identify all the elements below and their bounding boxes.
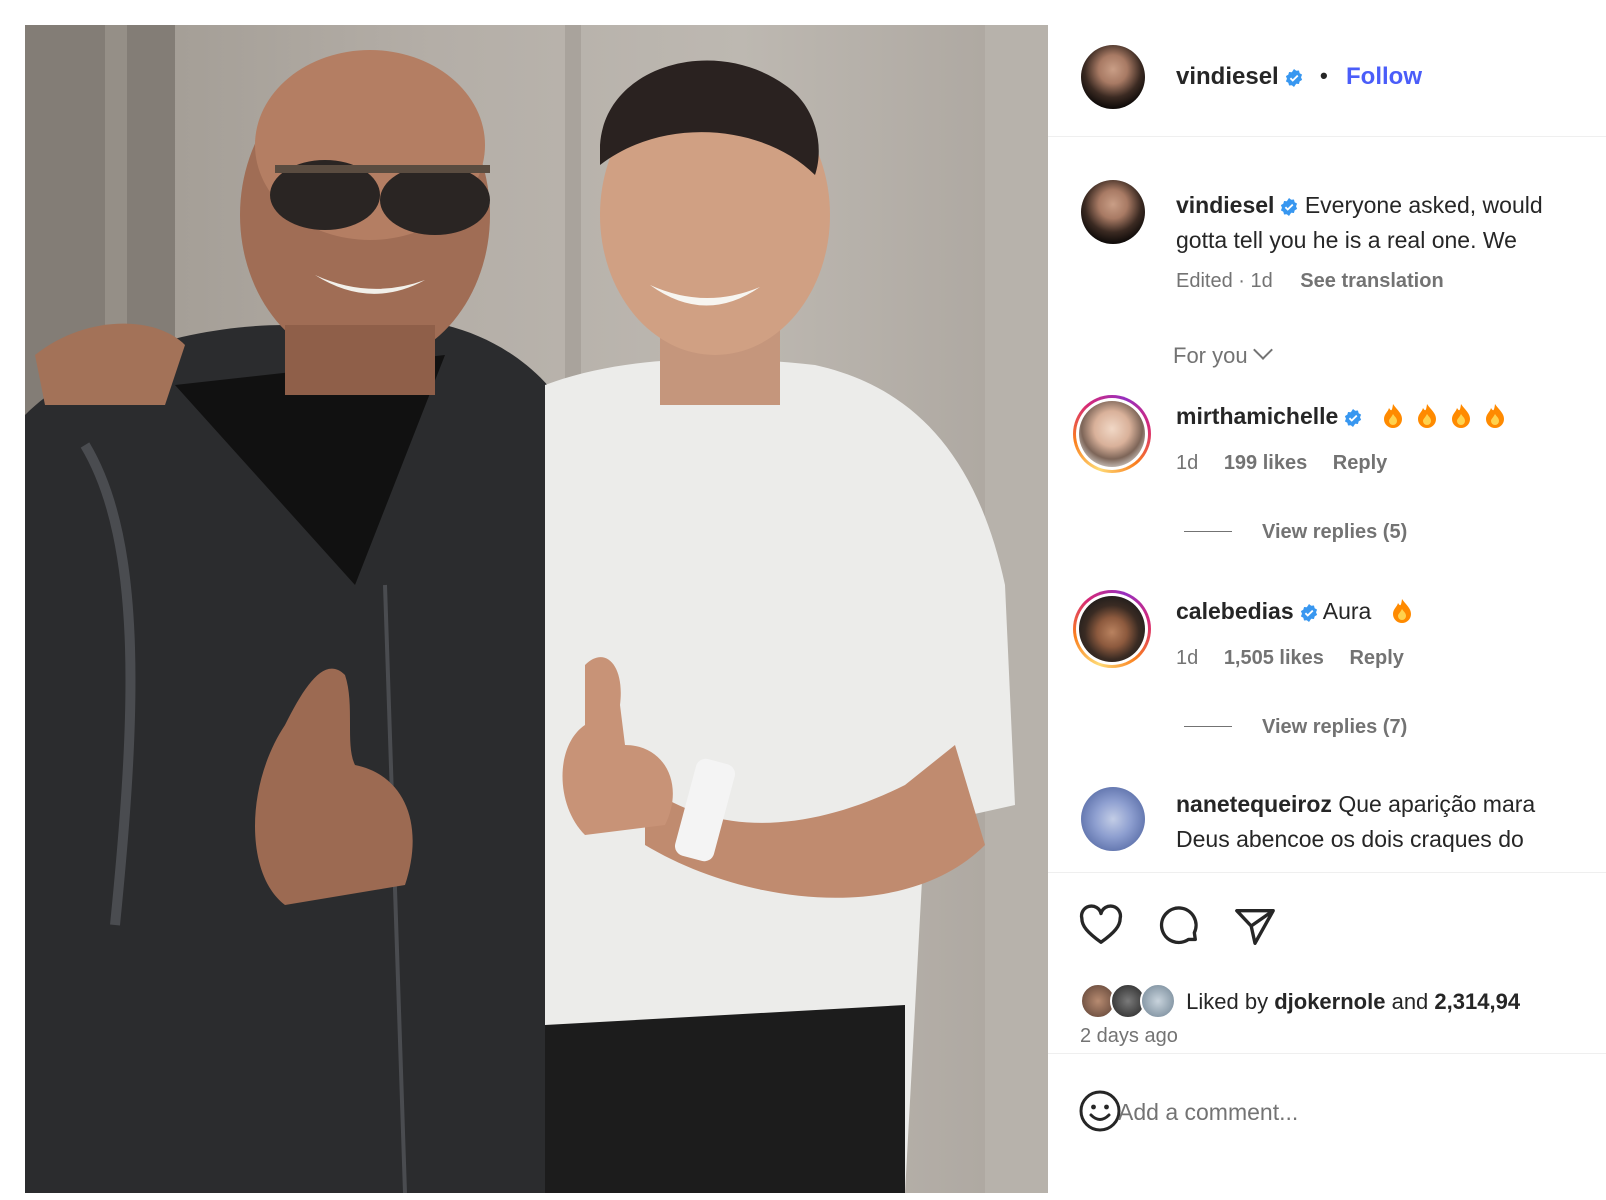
follow-button[interactable]: Follow <box>1346 63 1422 91</box>
comments-scroll-area[interactable]: vindiesel Everyone asked, would gotta te… <box>1048 137 1606 872</box>
comment-text: Aura <box>1322 598 1372 624</box>
comment-text: Que aparição mara <box>1338 791 1536 817</box>
emoji-icon[interactable] <box>1078 1089 1122 1133</box>
verified-badge-icon <box>1285 69 1302 87</box>
caption-text: vindiesel Everyone asked, would gotta te… <box>1176 188 1606 258</box>
caption-avatar[interactable] <box>1081 180 1145 244</box>
reply-button[interactable]: Reply <box>1333 452 1387 474</box>
verified-badge-icon <box>1281 198 1298 216</box>
comment-sort-dropdown[interactable]: For you <box>1173 340 1273 369</box>
comment-text-line-2: Deus abencoe os dois craques do <box>1176 826 1524 852</box>
post-side-panel: vindiesel • Follow vindiesel Everyone as… <box>1048 25 1606 1193</box>
replies-divider-line <box>1184 531 1232 532</box>
photo-illustration <box>25 25 1048 1193</box>
commenter-avatar[interactable] <box>1073 590 1151 668</box>
caption-username[interactable]: vindiesel <box>1176 192 1274 218</box>
caption-line-1: Everyone asked, would <box>1304 192 1543 218</box>
author-username[interactable]: vindiesel <box>1176 63 1303 91</box>
author-avatar[interactable] <box>1081 45 1145 109</box>
flame-icon <box>1417 404 1436 428</box>
comment-username[interactable]: mirthamichelle <box>1176 403 1338 429</box>
comment-likes[interactable]: 1,505 likes <box>1224 647 1324 669</box>
liked-by-prefix: Liked by <box>1186 989 1269 1014</box>
caption-meta: Edited · 1d See translation <box>1176 270 1444 293</box>
post-actions: Liked by djokernole and 2,314,94 2 days … <box>1048 872 1606 1082</box>
comment-likes[interactable]: 199 likes <box>1224 452 1307 474</box>
comment-username[interactable]: nanetequeiroz <box>1176 791 1332 817</box>
liker-avatar <box>1140 983 1176 1019</box>
author-username-text[interactable]: vindiesel <box>1176 63 1279 90</box>
replies-divider-line <box>1184 726 1232 727</box>
comment-body: mirthamichelle <box>1176 403 1505 430</box>
comment-time: 1d <box>1176 647 1199 669</box>
comment-sort-label: For you <box>1173 343 1248 368</box>
commenter-avatar[interactable] <box>1081 787 1145 851</box>
chevron-down-icon <box>1252 340 1273 360</box>
flame-icon <box>1451 404 1470 428</box>
flame-icon <box>1485 404 1504 428</box>
post-date[interactable]: 2 days ago <box>1080 1025 1178 1048</box>
comment-meta: 1d 199 likes Reply <box>1176 452 1407 475</box>
heart-icon[interactable] <box>1078 903 1124 949</box>
comment-input[interactable] <box>1118 1092 1588 1132</box>
comment-username[interactable]: calebedias <box>1176 598 1294 624</box>
post-photo[interactable] <box>25 25 1048 1193</box>
share-icon[interactable] <box>1232 903 1278 949</box>
comment-body: nanetequeiroz Que aparição mara Deus abe… <box>1176 787 1535 857</box>
view-replies-button[interactable]: View replies (7) <box>1184 716 1407 739</box>
separator-dot: • <box>1320 63 1328 88</box>
comment-time: 1d <box>1176 452 1199 474</box>
verified-badge-icon <box>1300 604 1317 622</box>
liked-by-avatars <box>1080 983 1180 1019</box>
comment-composer <box>1048 1053 1606 1193</box>
caption-edited-time: Edited · 1d <box>1176 270 1273 292</box>
view-replies-label: View replies (5) <box>1262 521 1408 543</box>
verified-badge-icon <box>1345 409 1362 427</box>
view-replies-button[interactable]: View replies (5) <box>1184 521 1407 544</box>
see-translation-link[interactable]: See translation <box>1300 270 1443 292</box>
comment-body: calebedias Aura <box>1176 598 1412 625</box>
flame-icon <box>1383 404 1402 428</box>
liked-by-count[interactable]: 2,314,94 <box>1434 989 1520 1014</box>
liked-by-and: and <box>1391 989 1429 1014</box>
view-replies-label: View replies (7) <box>1262 716 1408 738</box>
comment-meta: 1d 1,505 likes Reply <box>1176 647 1424 670</box>
comment-icon[interactable] <box>1156 903 1202 949</box>
liked-by-user[interactable]: djokernole <box>1274 989 1385 1014</box>
post-header: vindiesel • Follow <box>1048 25 1606 137</box>
flame-icon <box>1392 599 1411 623</box>
liked-by-summary[interactable]: Liked by djokernole and 2,314,94 <box>1080 983 1520 1019</box>
commenter-avatar[interactable] <box>1073 395 1151 473</box>
caption-line-2: gotta tell you he is a real one. We <box>1176 227 1517 253</box>
reply-button[interactable]: Reply <box>1349 647 1403 669</box>
